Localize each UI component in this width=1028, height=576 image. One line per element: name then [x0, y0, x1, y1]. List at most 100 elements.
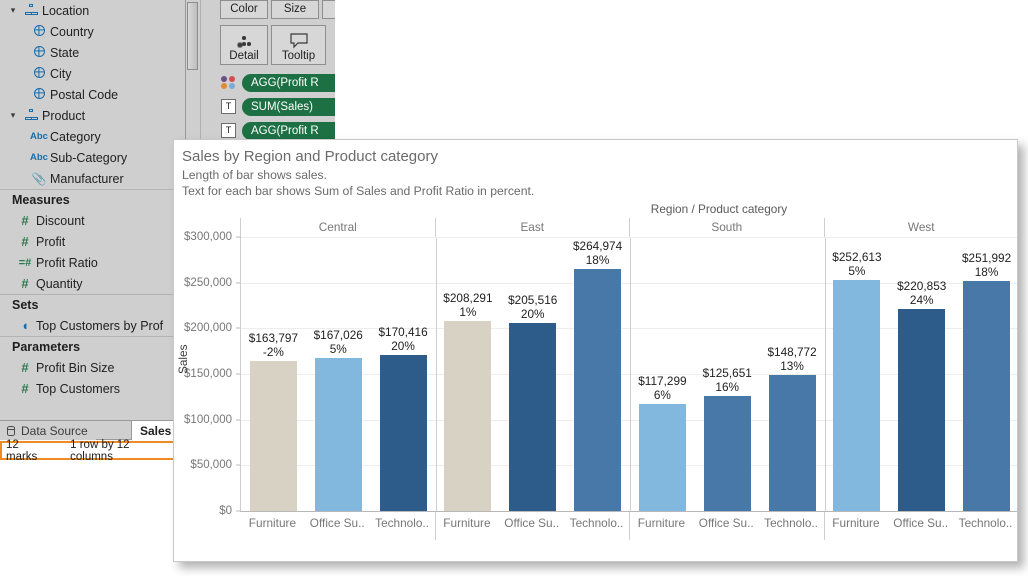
bar-label-sales: $170,416	[378, 325, 428, 340]
y-axis-tick-label: $0	[219, 505, 232, 517]
x-axis-category-label[interactable]: Office Su..	[695, 516, 758, 530]
data-pane-field-country[interactable]: Country	[0, 21, 185, 42]
bar-central-technology[interactable]	[379, 355, 427, 511]
detail-icon	[235, 35, 253, 49]
marks-detail-button[interactable]: Detail	[220, 25, 268, 65]
x-axis-category-label[interactable]: Furniture	[241, 516, 304, 530]
bar-south-furniture[interactable]	[638, 403, 686, 511]
y-axis-tick-label: $100,000	[184, 413, 232, 426]
bar-label-profit-ratio: 6%	[653, 387, 671, 402]
data-pane-field-top-customers-by-prof[interactable]: ◖ Top Customers by Prof	[0, 315, 185, 336]
region-header-south[interactable]: South	[629, 218, 824, 237]
x-axis-category-label[interactable]: Technolo..	[954, 516, 1017, 530]
marks-color-label: Color	[230, 3, 258, 15]
bar-west-technology[interactable]	[963, 280, 1011, 511]
data-pane-field-profit-ratio[interactable]: =# Profit Ratio	[0, 252, 185, 273]
marks-pill-text-sales[interactable]: SUM(Sales)	[242, 98, 335, 116]
chevron-down-icon[interactable]: ▾	[6, 111, 20, 120]
data-pane-scrollbar-thumb[interactable]	[187, 2, 198, 70]
bar-central-office-supplies[interactable]	[314, 358, 362, 511]
marks-color-button[interactable]: Color	[220, 0, 268, 19]
bar-south-technology[interactable]	[768, 375, 816, 511]
region-header-east[interactable]: East	[434, 218, 630, 237]
region-separator	[824, 238, 826, 511]
data-pane-field-city[interactable]: City	[0, 63, 185, 84]
globe-icon	[28, 24, 50, 39]
marks-label-button[interactable]: L	[322, 0, 335, 19]
marks-pill-color[interactable]: AGG(Profit R	[242, 74, 335, 92]
data-pane[interactable]: ▾ Location Country State City Postal Code ▾ Pro…	[0, 0, 186, 420]
data-pane-field-discount[interactable]: # Discount	[0, 210, 185, 231]
bar-west-furniture[interactable]	[833, 280, 881, 511]
data-pane-item-label: Quantity	[36, 276, 83, 291]
data-pane-item-label: Category	[50, 129, 101, 144]
data-pane-item-label: Top Customers by Prof	[36, 318, 164, 333]
status-bar: 12 marks 1 row by 12 columns	[0, 439, 175, 463]
y-axis-tick-label: $300,000	[184, 231, 232, 243]
x-axis-category-label[interactable]: Furniture	[436, 516, 499, 530]
x-axis-category-label[interactable]: Technolo..	[371, 516, 434, 530]
marks-card[interactable]: Color Size L Detail Tooltip	[215, 0, 335, 140]
x-axis-category-label[interactable]: Technolo..	[565, 516, 628, 530]
chevron-down-icon[interactable]: ▾	[6, 6, 20, 15]
data-pane-hierarchy-location[interactable]: ▾ Location	[0, 0, 185, 21]
x-axis-category-label[interactable]: Office Su..	[500, 516, 563, 530]
bar-east-office-supplies[interactable]	[509, 323, 557, 511]
marks-size-button[interactable]: Size	[271, 0, 319, 19]
bar-label-sales: $125,651	[702, 366, 752, 381]
data-pane-field-quantity[interactable]: # Quantity	[0, 273, 185, 294]
data-pane-hierarchy-product[interactable]: ▾ Product	[0, 105, 185, 126]
x-axis-category-label[interactable]: Furniture	[825, 516, 888, 530]
bar-east-furniture[interactable]	[444, 320, 492, 511]
bar-label: $264,974 18%	[565, 239, 630, 267]
marks-tooltip-button[interactable]: Tooltip	[271, 25, 326, 65]
text-icon-2: T	[221, 123, 236, 138]
tab-sheet-sales-label: Sales	[140, 423, 172, 438]
tab-data-source[interactable]: Data Source	[0, 421, 96, 440]
bar-south-office-supplies[interactable]	[703, 396, 751, 511]
data-pane-field-manufacturer[interactable]: 📎 Manufacturer	[0, 168, 185, 189]
globe-icon	[28, 87, 50, 102]
marks-pill-text-profit-ratio[interactable]: AGG(Profit R	[242, 122, 335, 140]
plot-area: $163,797 -2% $167,026 5% $170,416 20% $208,291…	[240, 237, 1017, 512]
x-axis-category-label[interactable]: Office Su..	[306, 516, 369, 530]
data-pane-field-category[interactable]: Abc Category	[0, 126, 185, 147]
data-pane-field-postal-code[interactable]: Postal Code	[0, 84, 185, 105]
data-pane-item-label: Sub-Category	[50, 150, 128, 165]
number-icon: #	[21, 381, 29, 396]
data-pane-section-label: Measures	[12, 193, 70, 207]
data-pane-item-label: State	[50, 45, 80, 60]
y-axis-title: Sales	[176, 344, 190, 374]
region-header-west[interactable]: West	[823, 218, 1018, 237]
bar-label-sales: $220,853	[897, 279, 947, 294]
bar-central-furniture[interactable]	[249, 361, 297, 511]
x-axis: Furniture Office Su.. Technolo.. Furniture O…	[240, 511, 1017, 540]
hierarchy-icon	[20, 108, 42, 123]
x-axis-category-label[interactable]: Office Su..	[889, 516, 952, 530]
bar-west-office-supplies[interactable]	[898, 309, 946, 511]
x-axis-category-label[interactable]: Technolo..	[760, 516, 823, 530]
data-pane-field-top-customers[interactable]: # Top Customers	[0, 378, 185, 399]
bar-east-technology[interactable]	[574, 269, 622, 511]
bar-label-profit-ratio: 1%	[459, 304, 477, 319]
abc-icon: Abc	[30, 152, 48, 163]
viz-window[interactable]: Sales by Region and Product category Len…	[173, 139, 1018, 562]
y-axis-tick-label: $50,000	[190, 459, 232, 472]
data-pane-item-label: Top Customers	[36, 381, 121, 396]
data-pane-field-state[interactable]: State	[0, 42, 185, 63]
bar-label-sales: $117,299	[638, 373, 687, 388]
tab-data-source-label: Data Source	[21, 423, 88, 438]
bar-label: $117,299 6%	[630, 374, 695, 402]
color-swatches-icon	[221, 76, 237, 90]
data-pane-field-profit-bin-size[interactable]: # Profit Bin Size	[0, 357, 185, 378]
data-pane-section-parameters: Parameters	[0, 336, 185, 357]
region-header-central[interactable]: Central	[240, 218, 435, 237]
paperclip-icon: 📎	[31, 171, 47, 186]
bar-label-profit-ratio: -2%	[262, 345, 284, 360]
y-axis: $0 $50,000 $100,000 $150,000 $200,000 $250,00…	[174, 231, 240, 517]
x-axis-category-label[interactable]: Furniture	[630, 516, 693, 530]
bar-label-sales: $252,613	[832, 250, 882, 265]
bar-label: $251,992 18%	[954, 251, 1017, 279]
data-pane-field-sub-category[interactable]: Abc Sub-Category	[0, 147, 185, 168]
data-pane-field-profit[interactable]: # Profit	[0, 231, 185, 252]
